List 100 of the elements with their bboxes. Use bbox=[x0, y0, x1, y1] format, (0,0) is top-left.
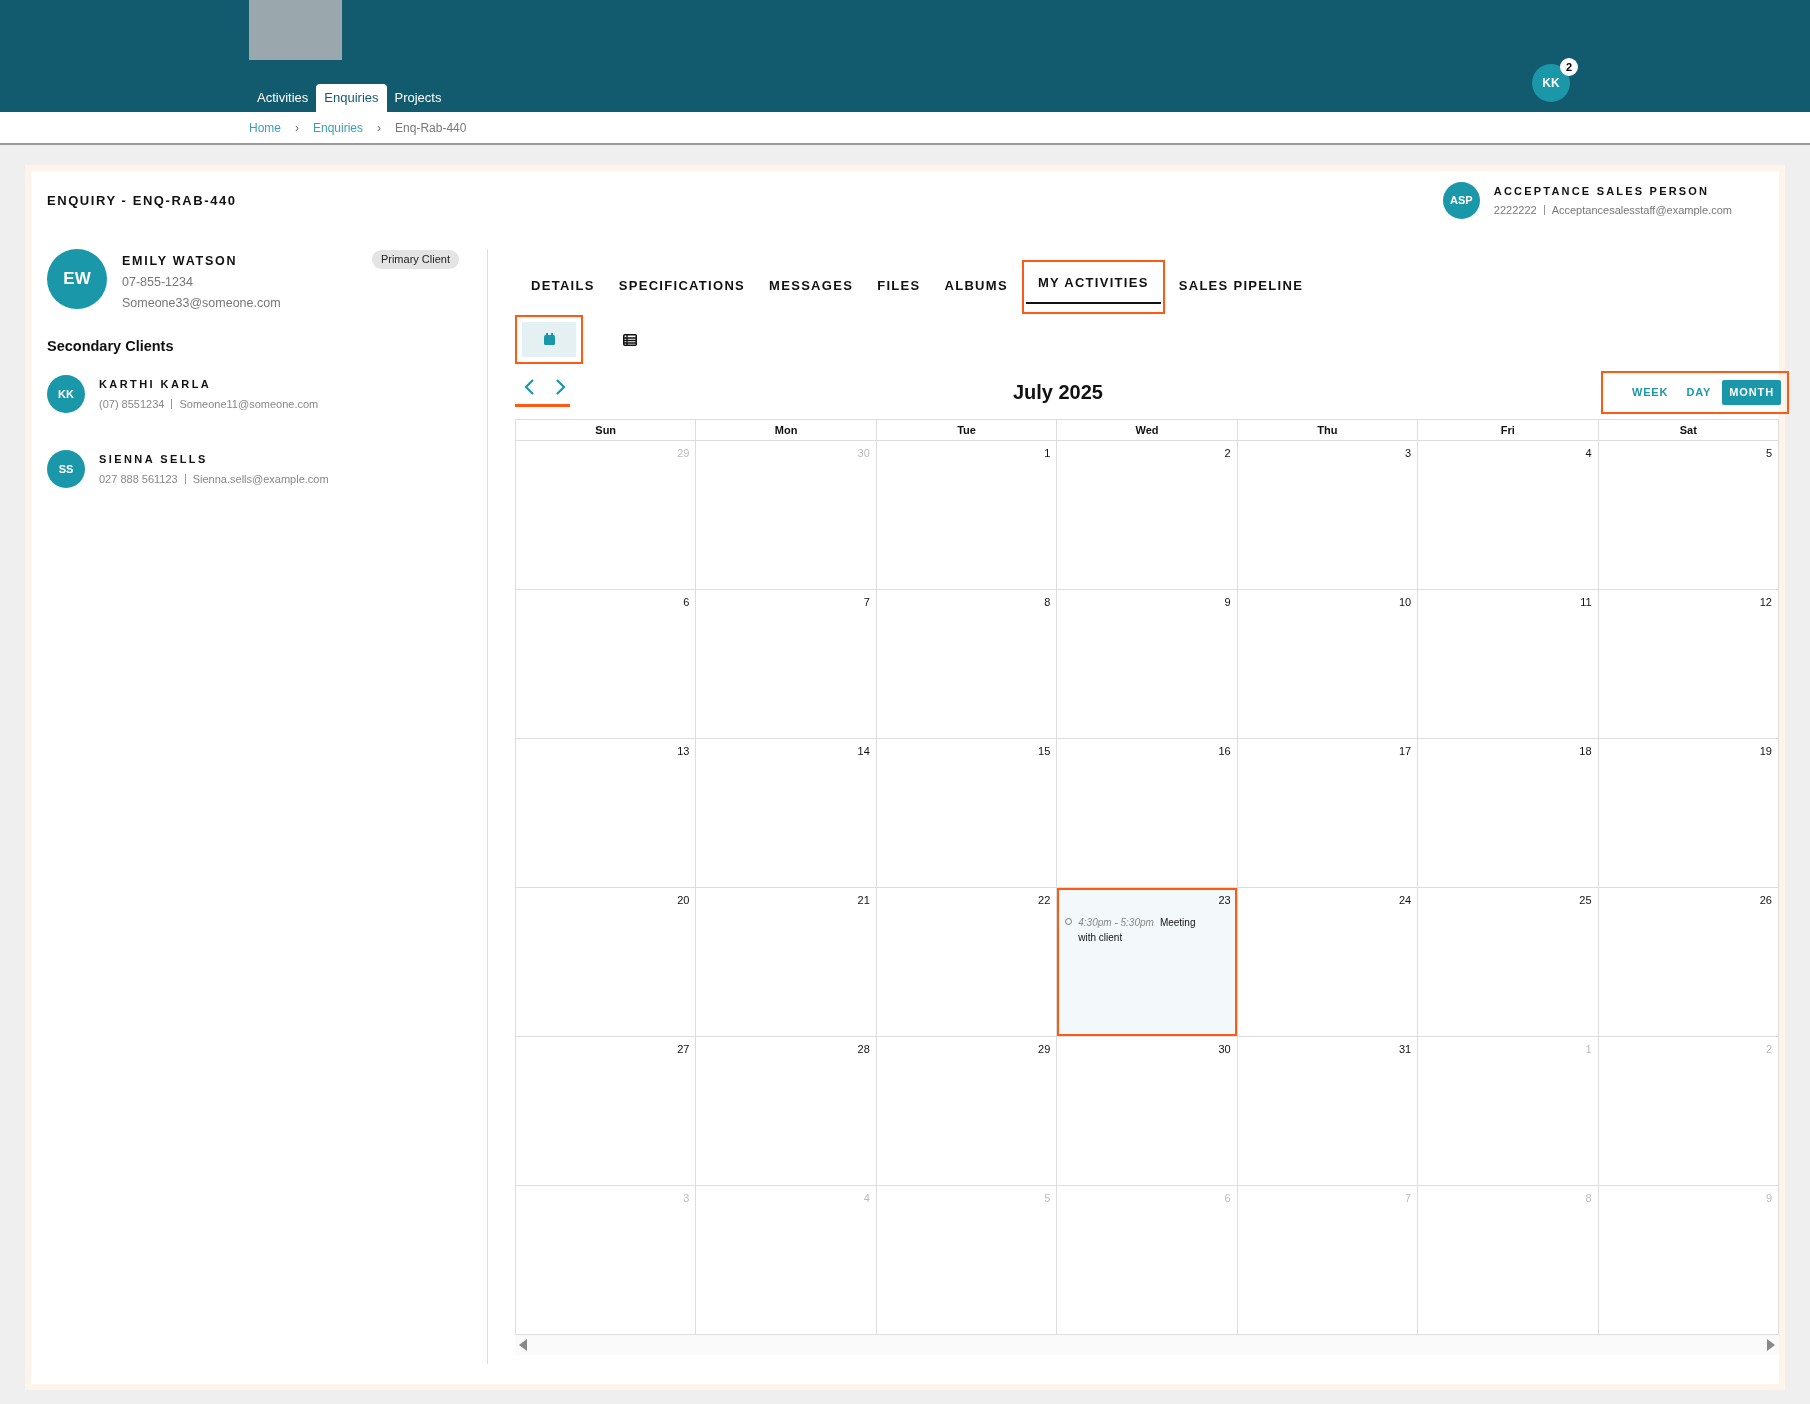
day-number: 28 bbox=[857, 1042, 870, 1057]
day-number: 10 bbox=[1398, 595, 1412, 610]
day-number: 3 bbox=[1405, 446, 1412, 461]
day-cell[interactable]: 27 bbox=[516, 1037, 697, 1186]
day-cell[interactable]: 17 bbox=[1237, 739, 1419, 888]
weekday-label: Wed bbox=[1135, 422, 1159, 438]
tab[interactable]: MY ACTIVITIES bbox=[1025, 264, 1161, 304]
day-cell[interactable]: 16 bbox=[1057, 739, 1238, 888]
day-cell[interactable]: 7 bbox=[696, 590, 877, 739]
divider-bar bbox=[171, 398, 173, 409]
scroll-right-icon[interactable] bbox=[1766, 1339, 1775, 1351]
day-cell[interactable]: 23 4:30pm - 5:30pm Meeting with client bbox=[1057, 888, 1238, 1037]
day-number: 2 bbox=[1224, 446, 1231, 461]
calendar-event[interactable]: 4:30pm - 5:30pm Meeting with client bbox=[1078, 914, 1207, 945]
tab[interactable]: DETAILS bbox=[519, 267, 607, 307]
client-name: SIENNA SELLS bbox=[99, 452, 209, 467]
day-cell[interactable]: 9 bbox=[1057, 590, 1238, 739]
sales-person-name: ACCEPTANCE SALES PERSON bbox=[1493, 184, 1711, 199]
day-number: 9 bbox=[1765, 1191, 1772, 1206]
tab[interactable]: MESSAGES bbox=[757, 267, 866, 307]
day-cell[interactable]: 2 bbox=[1057, 441, 1238, 590]
calendar-view-button[interactable] bbox=[522, 322, 576, 357]
day-number: 5 bbox=[1044, 1191, 1051, 1206]
day-cell[interactable]: 26 bbox=[1598, 888, 1779, 1037]
day-cell[interactable]: 22 bbox=[876, 888, 1058, 1037]
day-cell[interactable]: 31 bbox=[1237, 1037, 1419, 1186]
day-cell[interactable]: 8 bbox=[876, 590, 1058, 739]
weekday-label: Sat bbox=[1679, 422, 1697, 438]
day-number: 30 bbox=[857, 446, 870, 461]
day-cell[interactable]: 1 bbox=[876, 441, 1058, 590]
day-cell[interactable]: 4 bbox=[1418, 441, 1599, 590]
breadcrumb-separator: › bbox=[377, 119, 382, 137]
sales-person-avatar: ASP bbox=[1442, 182, 1480, 219]
tab[interactable]: SPECIFICATIONS bbox=[606, 267, 758, 307]
client-badge: Primary Client bbox=[371, 250, 459, 269]
client-name: KARTHI KARLA bbox=[99, 377, 213, 392]
weekday-label: Thu bbox=[1317, 422, 1338, 438]
weekday-label: Mon bbox=[774, 422, 798, 438]
day-cell[interactable]: 25 bbox=[1418, 888, 1599, 1037]
day-cell[interactable]: 14 bbox=[696, 739, 877, 888]
day-number: 6 bbox=[1224, 1191, 1231, 1206]
day-number: 20 bbox=[677, 893, 690, 908]
range-button[interactable]: DAY bbox=[1679, 379, 1719, 405]
nav-tab[interactable]: Projects bbox=[386, 84, 450, 112]
day-cell[interactable]: 18 bbox=[1418, 739, 1599, 888]
highlight-underline bbox=[515, 403, 570, 407]
day-cell[interactable]: 28 bbox=[696, 1037, 877, 1186]
day-cell[interactable]: 3 bbox=[1237, 441, 1419, 590]
day-cell[interactable]: 30 bbox=[1057, 1037, 1238, 1186]
horizontal-scrollbar[interactable] bbox=[515, 1335, 1779, 1355]
day-number: 17 bbox=[1398, 744, 1412, 759]
previous-button[interactable] bbox=[523, 377, 537, 396]
day-cell[interactable]: 19 bbox=[1598, 739, 1779, 888]
day-number: 4 bbox=[863, 1191, 870, 1206]
day-cell[interactable]: 6 bbox=[516, 590, 697, 739]
day-number: 2 bbox=[1765, 1042, 1772, 1057]
day-number: 15 bbox=[1038, 744, 1051, 759]
day-number: 18 bbox=[1579, 744, 1592, 759]
day-cell[interactable]: 13 bbox=[516, 739, 697, 888]
tab[interactable]: FILES bbox=[865, 267, 933, 307]
day-cell[interactable]: 11 bbox=[1418, 590, 1599, 739]
day-number: 22 bbox=[1038, 893, 1051, 908]
weekday-label: Tue bbox=[957, 422, 976, 438]
calendar-icon bbox=[542, 333, 556, 346]
day-number: 24 bbox=[1398, 893, 1412, 908]
sales-person-phone: 2222222 bbox=[1493, 202, 1537, 218]
day-cell[interactable]: 10 bbox=[1237, 590, 1419, 739]
client-email: Someone11@someone.com bbox=[179, 396, 319, 412]
day-number: 27 bbox=[677, 1042, 690, 1057]
client-email: Sienna.sells@example.com bbox=[192, 471, 329, 487]
section-heading: Secondary Clients bbox=[47, 337, 175, 357]
breadcrumb-separator: › bbox=[295, 119, 299, 137]
client-phone: 07-855-1234 bbox=[122, 273, 194, 291]
day-number: 6 bbox=[683, 595, 690, 610]
day-cell[interactable]: 15 bbox=[876, 739, 1058, 888]
day-number: 19 bbox=[1759, 744, 1772, 759]
client-avatar: EW bbox=[47, 249, 107, 309]
scroll-left-icon[interactable] bbox=[519, 1339, 528, 1351]
day-cell[interactable]: 5 bbox=[1598, 441, 1779, 590]
tab[interactable]: ALBUMS bbox=[932, 267, 1020, 307]
client-avatar: KK bbox=[47, 375, 85, 413]
day-cell[interactable]: 29 bbox=[876, 1037, 1058, 1186]
day-number: 1 bbox=[1044, 446, 1051, 461]
client-phone: 027 888 561123 bbox=[99, 471, 178, 487]
day-number: 8 bbox=[1585, 1191, 1592, 1206]
day-number: 5 bbox=[1765, 446, 1772, 461]
day-number: 7 bbox=[1405, 1191, 1412, 1206]
calendar-title: July 2025 bbox=[1011, 380, 1104, 405]
day-number: 29 bbox=[1038, 1042, 1051, 1057]
day-cell[interactable]: 21 bbox=[696, 888, 877, 1037]
notification-badge: 2 bbox=[1560, 58, 1578, 76]
day-cell[interactable]: 12 bbox=[1598, 590, 1779, 739]
tab[interactable]: SALES PIPELINE bbox=[1166, 267, 1316, 307]
day-number: 26 bbox=[1759, 893, 1772, 908]
next-button[interactable] bbox=[553, 377, 567, 396]
nav-tab[interactable]: Activities bbox=[249, 84, 317, 112]
day-cell[interactable]: 24 bbox=[1237, 888, 1419, 1037]
day-cell[interactable]: 20 bbox=[516, 888, 697, 1037]
weekday-label: Sun bbox=[595, 422, 617, 438]
nav-tab[interactable]: Enquiries bbox=[316, 84, 387, 112]
